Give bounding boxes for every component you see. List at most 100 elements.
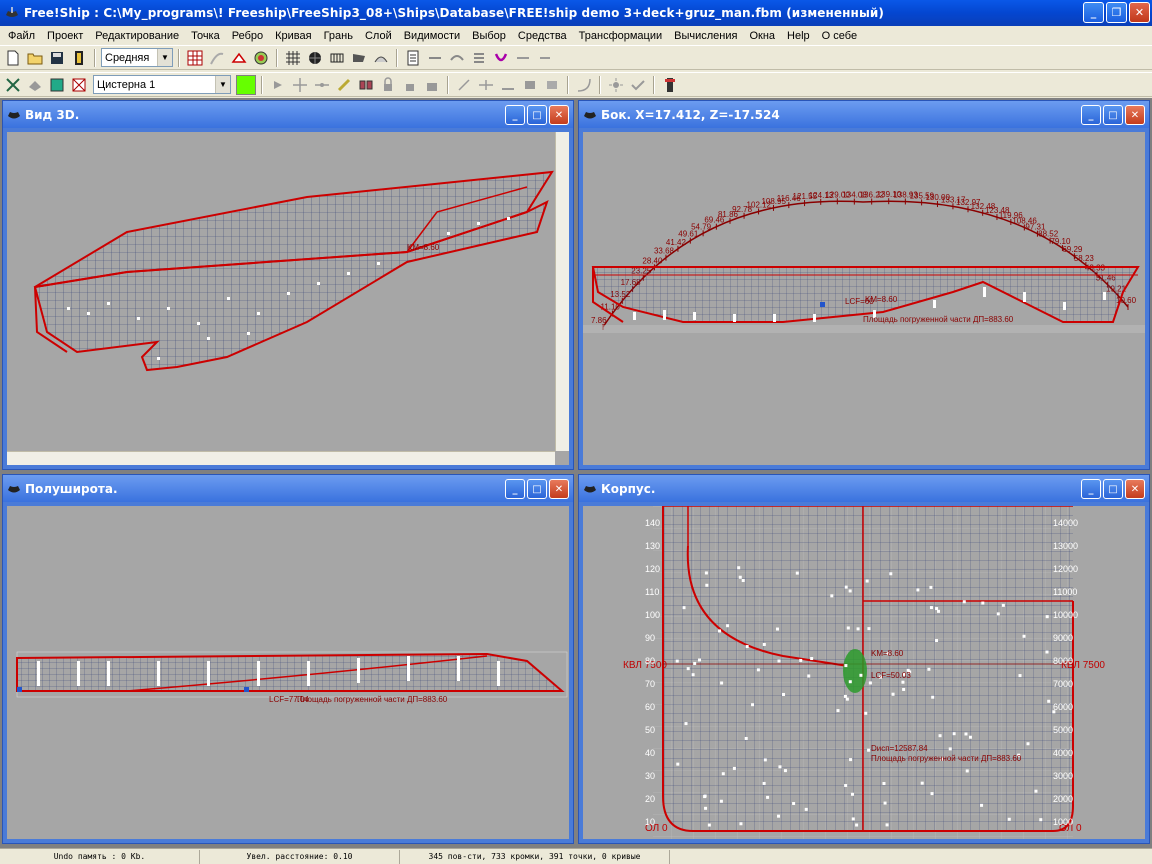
extrude-icon[interactable] — [312, 75, 332, 95]
viewport-3d-titlebar[interactable]: Вид 3D. — [3, 101, 573, 128]
viewport-3d-vscroll[interactable] — [555, 132, 569, 451]
control-point — [851, 817, 855, 821]
export-icon[interactable] — [69, 48, 89, 68]
control-point — [738, 575, 742, 579]
viewport-minimize-button[interactable]: _ — [505, 479, 525, 499]
layer-color-swatch[interactable] — [236, 74, 256, 95]
viewport-minimize-button[interactable]: _ — [1081, 479, 1101, 499]
shade-icon[interactable] — [251, 48, 271, 68]
magnet-icon[interactable] — [491, 48, 511, 68]
save-icon[interactable] — [47, 48, 67, 68]
sphere-icon[interactable] — [305, 48, 325, 68]
flip-face-icon[interactable] — [542, 75, 562, 95]
insert-icon[interactable] — [334, 75, 354, 95]
chevron-down-icon[interactable]: ▼ — [215, 76, 230, 93]
viewport-close-button[interactable]: ✕ — [1125, 105, 1145, 125]
viewport-maximize-button[interactable]: □ — [527, 479, 547, 499]
viewport-maximize-button[interactable]: □ — [1103, 479, 1123, 499]
viewport-profile-titlebar[interactable]: Бок. X=17.412, Z=-17.524 — [579, 101, 1149, 128]
interior-edges-icon[interactable] — [207, 48, 227, 68]
waterlines-icon[interactable] — [371, 48, 391, 68]
buttocks-icon[interactable] — [349, 48, 369, 68]
viewport-plan-titlebar[interactable]: Полуширота. — [3, 475, 573, 502]
viewport-3d-hscroll[interactable] — [7, 451, 555, 465]
viewport-3d-canvas[interactable]: KM=8.60 — [7, 132, 569, 465]
curvature-icon[interactable] — [229, 48, 249, 68]
chevron-down-icon[interactable]: ▼ — [157, 49, 172, 66]
layer-grid-icon[interactable] — [69, 75, 89, 95]
menu-point[interactable]: Точка — [185, 30, 226, 42]
menu-calculations[interactable]: Вычисления — [668, 30, 743, 42]
move-icon[interactable] — [290, 75, 310, 95]
new-file-icon[interactable] — [3, 48, 23, 68]
control-point — [810, 657, 814, 661]
split-edge-icon[interactable] — [476, 75, 496, 95]
fairing-icon[interactable] — [513, 48, 533, 68]
unlock-all-icon[interactable] — [422, 75, 442, 95]
menu-transform[interactable]: Трансформации — [573, 30, 668, 42]
unlock-icon[interactable] — [400, 75, 420, 95]
menu-help[interactable]: Help — [781, 30, 816, 42]
control-point — [1047, 699, 1051, 703]
menu-selection[interactable]: Выбор — [466, 30, 512, 42]
markers-icon[interactable] — [425, 48, 445, 68]
layer-select[interactable]: Цистерна 1 ▼ — [93, 75, 231, 94]
precision-select[interactable]: Средняя ▼ — [101, 48, 173, 67]
status-counts: 345 пов-сти, 733 кромки, 391 точки, 0 кр… — [400, 849, 670, 864]
stations-icon[interactable] — [327, 48, 347, 68]
menu-edit[interactable]: Редактирование — [89, 30, 185, 42]
viewport-maximize-button[interactable]: □ — [527, 105, 547, 125]
minimize-button[interactable]: _ — [1083, 2, 1104, 23]
viewport-profile-canvas[interactable]: 7.8611.1013.5217.6823.2528.4033.6841.424… — [583, 132, 1145, 465]
flip-icon[interactable] — [356, 75, 376, 95]
control-point — [1045, 650, 1049, 654]
menu-edge[interactable]: Ребро — [226, 30, 269, 42]
check-model-icon[interactable] — [628, 75, 648, 95]
viewport-minimize-button[interactable]: _ — [505, 105, 525, 125]
flowlines-icon[interactable] — [447, 48, 467, 68]
menu-visibility[interactable]: Видимости — [398, 30, 466, 42]
menu-about[interactable]: О себе — [816, 30, 863, 42]
diagonals-icon[interactable] — [403, 48, 423, 68]
profile-km-label: KM=8.60 — [865, 295, 898, 304]
menu-layer[interactable]: Слой — [359, 30, 398, 42]
menu-windows[interactable]: Окна — [743, 30, 781, 42]
arrow-icon[interactable] — [535, 48, 555, 68]
open-folder-icon[interactable] — [25, 48, 45, 68]
light-icon[interactable] — [606, 75, 626, 95]
viewport-minimize-button[interactable]: _ — [1081, 105, 1101, 125]
control-point — [705, 583, 709, 587]
hydrostatics-calc-icon[interactable] — [660, 75, 680, 95]
body-y-label-right: 12000 — [1053, 564, 1078, 574]
hydrostatics-icon[interactable] — [469, 48, 489, 68]
body-y-label-right: 11000 — [1053, 587, 1077, 597]
edge-crease-icon[interactable] — [498, 75, 518, 95]
maximize-button[interactable]: ❐ — [1106, 2, 1127, 23]
point-add-icon[interactable] — [3, 75, 23, 95]
viewport-body-titlebar[interactable]: Корпус. — [579, 475, 1149, 502]
new-face-icon[interactable] — [520, 75, 540, 95]
menu-project[interactable]: Проект — [41, 30, 89, 42]
viewport-maximize-button[interactable]: □ — [1103, 105, 1123, 125]
viewport-body-canvas[interactable]: КВЛ 7500 КВЛ 7500 ОЛ 0 ОЛ 0 KM=8.60 LCF=… — [583, 506, 1145, 839]
control-point — [868, 681, 872, 685]
menu-file[interactable]: Файл — [2, 30, 41, 42]
window-titlebar[interactable]: Free!Ship : C:\My_programs\! Freeship\Fr… — [0, 0, 1152, 26]
layer-props-icon[interactable] — [47, 75, 67, 95]
layers-icon[interactable] — [25, 75, 45, 95]
viewport-close-button[interactable]: ✕ — [549, 105, 569, 125]
menu-curve[interactable]: Кривая — [269, 30, 317, 42]
control-net-icon[interactable] — [185, 48, 205, 68]
viewport-close-button[interactable]: ✕ — [1125, 479, 1145, 499]
viewport-close-button[interactable]: ✕ — [549, 479, 569, 499]
menu-face[interactable]: Грань — [318, 30, 359, 42]
new-point-icon[interactable] — [268, 75, 288, 95]
lock-icon[interactable] — [378, 75, 398, 95]
control-point — [920, 781, 924, 785]
menu-tools[interactable]: Средства — [512, 30, 573, 42]
new-edge-icon[interactable] — [454, 75, 474, 95]
viewport-plan-canvas[interactable]: LCF=77.04 Площадь погруженной части ДП=8… — [7, 506, 569, 839]
grid-icon[interactable] — [283, 48, 303, 68]
close-button[interactable]: ✕ — [1129, 2, 1150, 23]
new-curve-icon[interactable] — [574, 75, 594, 95]
